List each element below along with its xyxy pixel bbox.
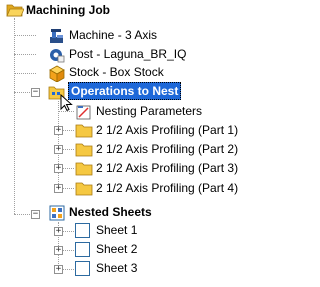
tree-line — [14, 54, 36, 55]
sheet-icon — [75, 223, 90, 238]
folder-icon — [75, 141, 93, 159]
tree-item-sheet-1[interactable]: Sheet 1 — [96, 221, 137, 239]
stock-box-icon — [48, 64, 66, 83]
tree-item-profiling-part-3[interactable]: 2 1/2 Axis Profiling (Part 3) — [96, 159, 238, 177]
expand-toggle[interactable]: + — [54, 227, 63, 236]
sheet-icon — [75, 242, 90, 257]
nesting-parameters-icon — [75, 103, 93, 121]
folder-icon — [75, 180, 93, 198]
folder-open-icon — [6, 2, 25, 20]
folder-icon — [75, 160, 93, 178]
tree-item-nested-sheets[interactable]: Nested Sheets — [69, 203, 152, 221]
expand-toggle[interactable]: + — [54, 145, 63, 154]
tree-item-nesting-parameters[interactable]: Nesting Parameters — [96, 102, 202, 120]
tree-line — [14, 35, 36, 36]
nested-sheets-icon — [48, 204, 66, 222]
tree-item-sheet-2[interactable]: Sheet 2 — [96, 240, 137, 258]
operations-tree: Machining Job Machine - 3 Axis Post - La… — [0, 0, 243, 287]
tree-line — [14, 73, 36, 74]
expand-toggle[interactable]: + — [54, 246, 63, 255]
tree-item-operations-to-nest[interactable]: Operations to Nest — [68, 82, 182, 100]
sheet-icon — [75, 261, 90, 276]
tree-item-machine[interactable]: Machine - 3 Axis — [69, 26, 157, 44]
expand-toggle[interactable]: + — [54, 164, 63, 173]
collapse-toggle[interactable]: − — [31, 210, 40, 219]
collapse-toggle[interactable]: − — [31, 88, 40, 97]
machine-icon — [48, 27, 66, 45]
tree-item-stock[interactable]: Stock - Box Stock — [69, 63, 164, 81]
expand-toggle[interactable]: + — [54, 126, 63, 135]
tree-line — [14, 18, 15, 214]
expand-toggle[interactable]: + — [54, 184, 63, 193]
expand-toggle[interactable]: + — [54, 265, 63, 274]
tree-item-profiling-part-2[interactable]: 2 1/2 Axis Profiling (Part 2) — [96, 140, 238, 158]
folder-icon — [75, 122, 93, 140]
tree-item-sheet-3[interactable]: Sheet 3 — [96, 259, 137, 277]
tree-item-machining-job[interactable]: Machining Job — [26, 1, 110, 19]
tree-item-profiling-part-4[interactable]: 2 1/2 Axis Profiling (Part 4) — [96, 179, 238, 197]
tree-item-profiling-part-1[interactable]: 2 1/2 Axis Profiling (Part 1) — [96, 121, 238, 139]
tree-item-post[interactable]: Post - Laguna_BR_IQ — [69, 45, 186, 63]
post-icon — [48, 46, 66, 64]
